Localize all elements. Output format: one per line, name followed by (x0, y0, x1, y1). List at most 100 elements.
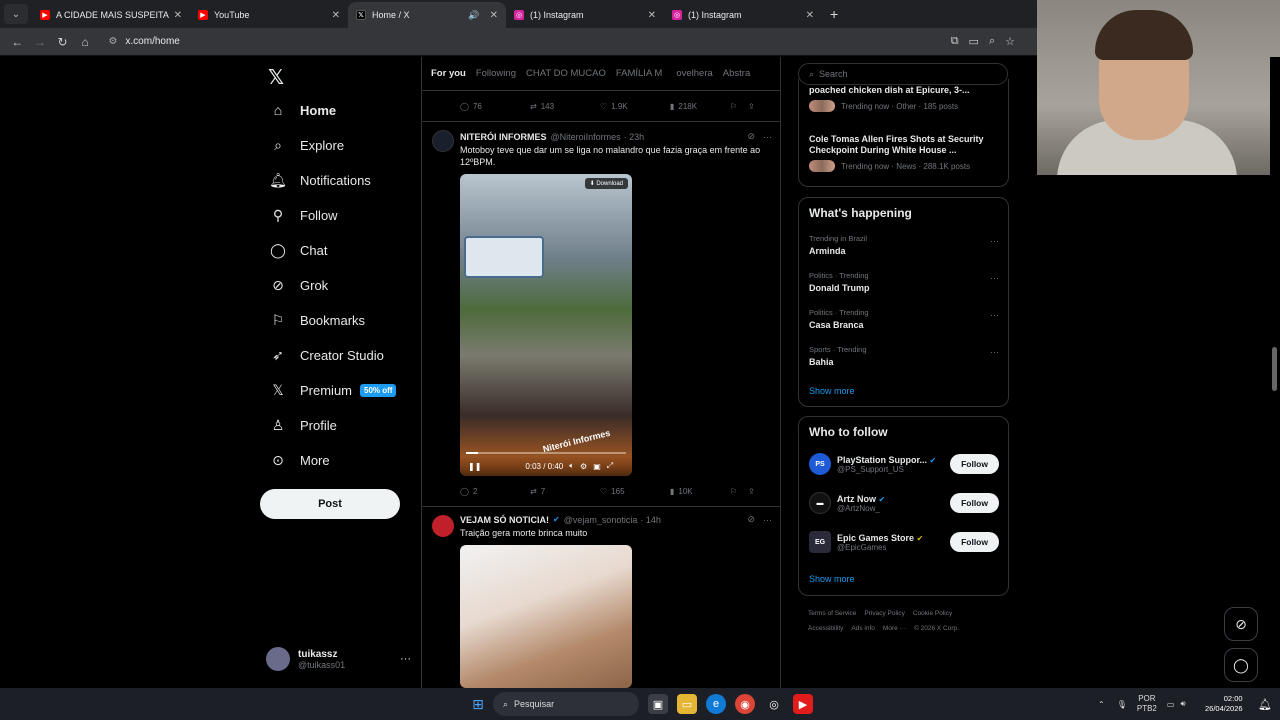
follow-button[interactable]: Follow (950, 493, 999, 513)
nav-item-more[interactable]: ⊙ More (268, 448, 330, 472)
volume-icon[interactable]: 🔊︎ (1180, 699, 1185, 709)
language-indicator[interactable]: POR PTB2 (1137, 694, 1157, 714)
browser-tab[interactable]: ▶ A CIDADE MAIS SUSPEITA DO N ✕ (32, 2, 190, 28)
footer-link[interactable]: Ads info (851, 625, 875, 632)
repost-button[interactable]: ⇄ 143 (530, 102, 600, 111)
bookmark-icon[interactable]: ⚐ (730, 487, 748, 496)
browser-tab[interactable]: ▶ YouTube ✕ (190, 2, 348, 28)
x-logo-icon[interactable]: 𝕏 (268, 65, 284, 90)
share-icon[interactable]: ⇪ (748, 102, 755, 111)
trend-item[interactable]: Politics · Trending Casa Branca ··· (809, 308, 999, 330)
site-info-icon[interactable]: ⚙ (108, 36, 117, 47)
trend-item[interactable]: Politics · Trending Donald Trump ··· (809, 271, 999, 293)
bookmark-icon[interactable]: ⚐ (730, 102, 748, 111)
home-browser-icon[interactable]: ⌂ (74, 35, 97, 49)
close-tab-icon[interactable]: ✕ (648, 10, 656, 21)
scrollbar-thumb[interactable] (1272, 347, 1277, 391)
cast-icon[interactable]: ▭ (969, 35, 979, 48)
tweet-author-name[interactable]: VEJAM SÓ NOTICIA! (460, 515, 549, 525)
nav-item-explore[interactable]: ⌕ Explore (268, 133, 344, 157)
settings-icon[interactable]: ⚙ (580, 462, 587, 471)
more-dots-icon[interactable]: ··· (990, 236, 999, 246)
grok-icon[interactable]: ⊘ (747, 131, 755, 142)
news-item[interactable]: Cole Tomas Allen Fires Shots at Security… (809, 134, 999, 172)
footer-link[interactable]: Privacy Policy (864, 610, 904, 617)
follow-button[interactable]: Follow (950, 454, 999, 474)
tweet-author-handle[interactable]: @vejam_sonoticia (564, 515, 638, 525)
nav-item-profile[interactable]: ♙ Profile (268, 413, 337, 437)
post-button[interactable]: Post (260, 489, 400, 519)
views-button[interactable]: ▮ 10K (670, 487, 730, 496)
pause-icon[interactable]: ❚❚ (468, 462, 481, 471)
url-field[interactable]: ⚙ x.com/home (102, 30, 951, 53)
media-player-icon[interactable]: ▶ (793, 694, 813, 714)
views-button[interactable]: ▮ 218K (670, 102, 730, 111)
repost-button[interactable]: ⇄ 7 (530, 487, 600, 496)
footer-link[interactable]: More ··· (883, 625, 906, 632)
more-dots-icon[interactable]: ··· (763, 132, 772, 142)
tab-for-you[interactable]: For you (431, 68, 466, 79)
tweet-time[interactable]: · 23h (624, 132, 645, 142)
follow-suggestion[interactable]: ▬ Artz Now ✔ @ArtzNow_ Follow (809, 492, 999, 514)
nav-item-bookmarks[interactable]: ⚐ Bookmarks (268, 308, 365, 332)
task-view-icon[interactable]: ▣ (648, 694, 668, 714)
zoom-icon[interactable]: ⌕ (989, 35, 995, 48)
follow-suggestion[interactable]: PS PlayStation Suppor... ✔ @PS_Support_U… (809, 453, 999, 475)
footer-link[interactable]: Cookie Policy (913, 610, 952, 617)
volume-icon[interactable]: 🔈︎ (569, 461, 574, 471)
nav-item-notifications[interactable]: 🔔︎ Notifications (268, 168, 371, 192)
footer-link[interactable]: Terms of Service (808, 610, 856, 617)
search-input[interactable]: ⌕ Search (798, 63, 1008, 85)
reply-button[interactable]: ◯ 2 (460, 487, 530, 496)
grok-icon[interactable]: ⊘ (747, 514, 755, 525)
close-tab-icon[interactable]: ✕ (332, 10, 340, 21)
like-button[interactable]: ♡ 1.9K (600, 102, 670, 111)
nav-item-chat[interactable]: ◯ Chat (268, 238, 327, 262)
close-tab-icon[interactable]: ✕ (174, 10, 182, 21)
more-dots-icon[interactable]: ··· (990, 310, 999, 320)
like-button[interactable]: ♡ 165 (600, 487, 670, 496)
follow-button[interactable]: Follow (950, 532, 999, 552)
tweet-time[interactable]: · 14h (640, 515, 661, 525)
tweet-author-name[interactable]: NITERÓI INFORMES (460, 132, 547, 142)
microphone-icon[interactable]: 🎙︎ (1117, 700, 1127, 709)
obs-icon[interactable]: ◎ (764, 694, 784, 714)
forward-icon[interactable]: → (29, 35, 52, 49)
reply-button[interactable]: ◯ 76 (460, 102, 530, 111)
tab-chat-do-mucao[interactable]: CHAT DO MUCAO (526, 68, 606, 79)
tab-search-chevron-icon[interactable]: ⌄ (4, 4, 28, 24)
close-tab-icon[interactable]: ✕ (806, 10, 814, 21)
nav-item-creator-studio[interactable]: ➶ Creator Studio (268, 343, 384, 367)
edge-icon[interactable]: e (706, 694, 726, 714)
network-icon[interactable]: ▭ (1167, 700, 1175, 709)
file-explorer-icon[interactable]: ▭ (677, 694, 697, 714)
chrome-icon[interactable]: ◉ (735, 694, 755, 714)
chevron-up-icon[interactable]: ⌃ (1098, 700, 1105, 709)
account-switcher[interactable]: tuikassz @tuikass01 ··· (266, 647, 411, 671)
tweet-author-handle[interactable]: @NiteroiInformes (551, 132, 621, 142)
nav-item-premium[interactable]: 𝕏 Premium 50% off (268, 378, 397, 402)
clock[interactable]: 02:00 26/04/2026 (1205, 694, 1243, 714)
show-more-link[interactable]: Show more (809, 574, 855, 584)
tab-familia[interactable]: FAMÍLIA M (616, 68, 662, 79)
browser-tab[interactable]: ◎ (1) Instagram ✕ (506, 2, 664, 28)
back-icon[interactable]: ← (6, 35, 29, 49)
trend-item[interactable]: Trending in Brazil Arminda ··· (809, 234, 999, 256)
nav-item-follow[interactable]: ⚲ Follow (268, 203, 338, 227)
more-dots-icon[interactable]: ··· (400, 653, 411, 665)
video-progress-bar[interactable] (466, 452, 626, 454)
share-icon[interactable]: ⇪ (748, 487, 755, 496)
follow-suggestion[interactable]: EG Epic Games Store ✔ @EpicGames Follow (809, 531, 999, 553)
windows-start-icon[interactable]: ⊞ (468, 694, 488, 714)
tab-following[interactable]: Following (476, 68, 516, 79)
browser-tab[interactable]: ◎ (1) Instagram ✕ (664, 2, 822, 28)
avatar[interactable] (432, 515, 454, 537)
more-dots-icon[interactable]: ··· (763, 515, 772, 525)
taskbar-search[interactable]: ⌕ Pesquisar (493, 692, 639, 716)
notification-icon[interactable]: 🔔︎ (1255, 694, 1275, 714)
footer-link[interactable]: Accessibility (808, 625, 843, 632)
new-tab-icon[interactable]: + (830, 6, 838, 22)
translate-icon[interactable]: ⧉ (951, 35, 959, 48)
reload-icon[interactable]: ↻ (51, 35, 74, 49)
tweet-image[interactable] (460, 545, 632, 688)
